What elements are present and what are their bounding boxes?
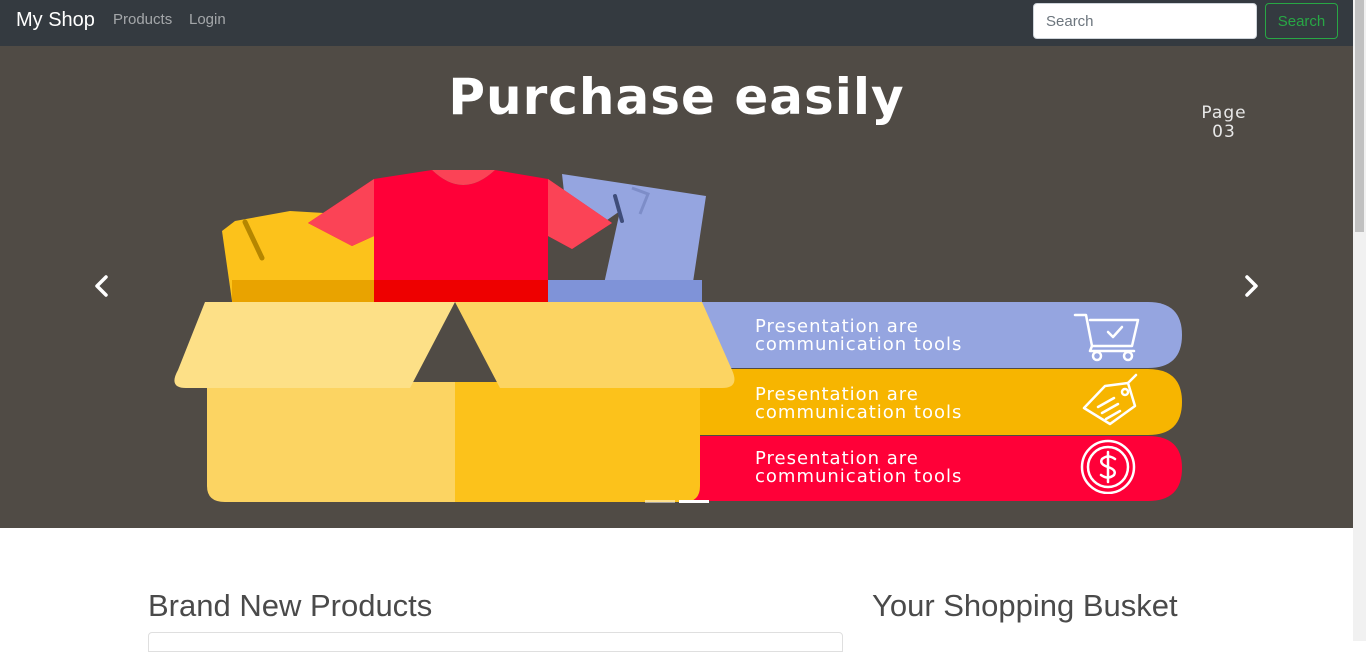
brand-link[interactable]: My Shop [16,9,95,31]
band-text-2: Presentation are communication tools [755,386,1055,422]
carousel-indicator[interactable] [645,500,675,503]
carousel-next-button[interactable] [1236,271,1266,301]
shopping-cart-icon [1073,313,1140,362]
band-text-line: communication tools [755,402,963,423]
hero-carousel: Purchase easily Page 03 Presentation are… [0,46,1353,528]
nav-link-products[interactable]: Products [113,12,172,28]
dollar-coin-icon [1080,439,1136,494]
slide-title: Purchase easily [448,68,905,126]
navbar: My Shop Products Login Search [0,0,1353,46]
products-card [148,632,843,652]
band-text-line: communication tools [755,334,963,355]
carousel-indicator-active[interactable] [679,500,709,503]
search-input[interactable] [1033,3,1257,39]
shopping-basket-heading: Your Shopping Busket [872,588,1178,623]
carousel-prev-button[interactable] [87,271,117,301]
band-text-line: communication tools [755,466,963,487]
nav-link-login[interactable]: Login [189,12,226,28]
brand-new-products-heading: Brand New Products [148,588,433,623]
band-text-3: Presentation are communication tools [755,450,1055,486]
page-label-word: Page [1201,103,1247,123]
band-text-1: Presentation are communication tools [755,318,1055,354]
page-scrollbar[interactable] [1353,0,1366,641]
chevron-left-icon [95,275,108,297]
chevron-right-icon [1245,275,1258,297]
page-label-number: 03 [1212,122,1236,142]
scrollbar-thumb[interactable] [1355,0,1364,232]
page-label: Page 03 [1188,104,1260,142]
price-tag-icon [1082,373,1138,426]
search-button[interactable]: Search [1265,3,1338,39]
